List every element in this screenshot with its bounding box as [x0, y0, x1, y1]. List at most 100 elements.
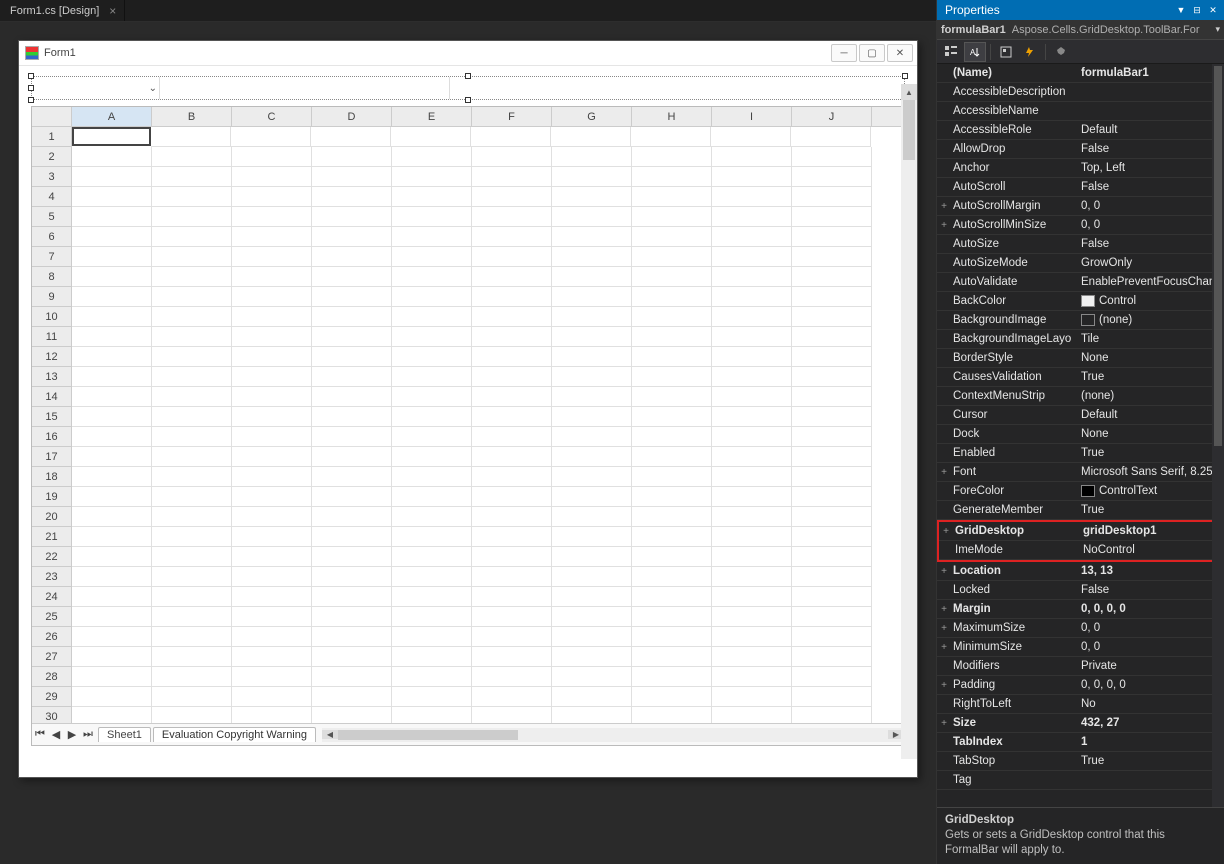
grid-cell[interactable]	[312, 227, 392, 247]
grid-cell[interactable]	[392, 247, 472, 267]
grid-cell[interactable]	[472, 507, 552, 527]
property-value[interactable]: True	[1081, 755, 1224, 767]
grid-cell[interactable]	[472, 587, 552, 607]
grid-cell[interactable]	[232, 527, 312, 547]
grid-cell[interactable]	[392, 307, 472, 327]
grid-cell[interactable]	[472, 707, 552, 723]
property-value[interactable]: Control	[1081, 295, 1224, 307]
property-row[interactable]: AutoSizeModeGrowOnly	[937, 254, 1224, 273]
property-value[interactable]: 432, 27	[1081, 717, 1224, 729]
grid-cell[interactable]	[72, 547, 152, 567]
grid-cell[interactable]	[152, 607, 232, 627]
property-value[interactable]: 13, 13	[1081, 565, 1224, 577]
property-value[interactable]: (none)	[1081, 390, 1224, 402]
grid-cell[interactable]	[632, 487, 712, 507]
grid-cell[interactable]	[392, 407, 472, 427]
grid-cell[interactable]	[72, 267, 152, 287]
grid-cell[interactable]	[72, 227, 152, 247]
grid-cell[interactable]	[792, 347, 872, 367]
grid-cell[interactable]	[712, 667, 792, 687]
property-value[interactable]: False	[1081, 143, 1224, 155]
property-row[interactable]: ImeModeNoControl	[939, 541, 1222, 560]
property-row[interactable]: RightToLeftNo	[937, 695, 1224, 714]
resize-handle[interactable]	[28, 85, 34, 91]
grid-cell[interactable]	[312, 467, 392, 487]
grid-cell[interactable]	[792, 167, 872, 187]
property-value[interactable]: True	[1081, 371, 1224, 383]
grid-cell[interactable]	[632, 227, 712, 247]
grid-cell[interactable]	[312, 547, 392, 567]
property-pages-icon[interactable]	[1050, 42, 1072, 62]
grid-cell[interactable]	[472, 207, 552, 227]
grid-cell[interactable]	[72, 327, 152, 347]
grid-cell[interactable]	[792, 507, 872, 527]
grid-cell[interactable]	[312, 627, 392, 647]
grid-cell[interactable]	[472, 347, 552, 367]
row-header[interactable]: 9	[32, 287, 72, 307]
expander-icon[interactable]: +	[939, 526, 953, 537]
property-value[interactable]: None	[1081, 428, 1224, 440]
grid-cell[interactable]	[312, 367, 392, 387]
property-value[interactable]: 0, 0	[1081, 219, 1224, 231]
row-header[interactable]: 19	[32, 487, 72, 507]
formula-bar-control[interactable]: ⌄	[31, 76, 905, 100]
grid-cell[interactable]	[552, 607, 632, 627]
grid-cell[interactable]	[712, 367, 792, 387]
grid-cell[interactable]	[632, 247, 712, 267]
close-button[interactable]: ✕	[887, 44, 913, 62]
grid-cell[interactable]	[552, 507, 632, 527]
grid-cell[interactable]	[472, 147, 552, 167]
grid-cell[interactable]	[472, 267, 552, 287]
grid-cell[interactable]	[712, 507, 792, 527]
document-tabs[interactable]: Form1.cs [Design] ×	[0, 0, 936, 22]
expander-icon[interactable]: +	[937, 201, 951, 212]
scroll-left-icon[interactable]: ◀	[322, 730, 338, 739]
grid-cell[interactable]	[232, 507, 312, 527]
grid-cell[interactable]	[312, 207, 392, 227]
column-header[interactable]: C	[232, 107, 312, 127]
grid-cell[interactable]	[312, 407, 392, 427]
row-header[interactable]: 3	[32, 167, 72, 187]
grid-cell[interactable]	[472, 687, 552, 707]
properties-titlebar[interactable]: Properties ▼ ⊟ ✕	[937, 0, 1224, 20]
column-header[interactable]: J	[792, 107, 872, 127]
grid-cell[interactable]	[712, 147, 792, 167]
grid-cell[interactable]	[232, 327, 312, 347]
grid-cell[interactable]	[631, 127, 711, 147]
property-row[interactable]: CausesValidationTrue	[937, 368, 1224, 387]
grid-cell[interactable]	[552, 687, 632, 707]
expander-icon[interactable]: +	[937, 604, 951, 615]
grid-cell[interactable]	[312, 307, 392, 327]
property-row[interactable]: AnchorTop, Left	[937, 159, 1224, 178]
property-value[interactable]: ControlText	[1081, 485, 1224, 497]
property-value[interactable]: No	[1081, 698, 1224, 710]
grid-cell[interactable]	[472, 607, 552, 627]
grid-cell[interactable]	[551, 127, 631, 147]
grid-cell[interactable]	[632, 327, 712, 347]
column-header[interactable]: I	[712, 107, 792, 127]
grid-cell[interactable]	[152, 547, 232, 567]
row-header[interactable]: 2	[32, 147, 72, 167]
grid-cell[interactable]	[232, 187, 312, 207]
grid-cell[interactable]	[712, 407, 792, 427]
grid-cell[interactable]	[792, 687, 872, 707]
property-row[interactable]: DockNone	[937, 425, 1224, 444]
grid-cell[interactable]	[391, 127, 471, 147]
grid-cell[interactable]	[791, 127, 871, 147]
grid-cell[interactable]	[712, 267, 792, 287]
grid-cell[interactable]	[472, 247, 552, 267]
grid-cell[interactable]	[232, 407, 312, 427]
grid-cell[interactable]	[392, 427, 472, 447]
grid-cell[interactable]	[232, 567, 312, 587]
grid-cell[interactable]	[552, 447, 632, 467]
grid-cell[interactable]	[552, 527, 632, 547]
resize-handle[interactable]	[902, 73, 908, 79]
property-value[interactable]: NoControl	[1083, 544, 1222, 556]
grid-cell[interactable]	[632, 547, 712, 567]
grid-cell[interactable]	[152, 687, 232, 707]
grid-cell[interactable]	[632, 207, 712, 227]
grid-cell[interactable]	[552, 667, 632, 687]
grid-cell[interactable]	[552, 707, 632, 723]
grid-cell[interactable]	[312, 167, 392, 187]
expander-icon[interactable]: +	[937, 642, 951, 653]
